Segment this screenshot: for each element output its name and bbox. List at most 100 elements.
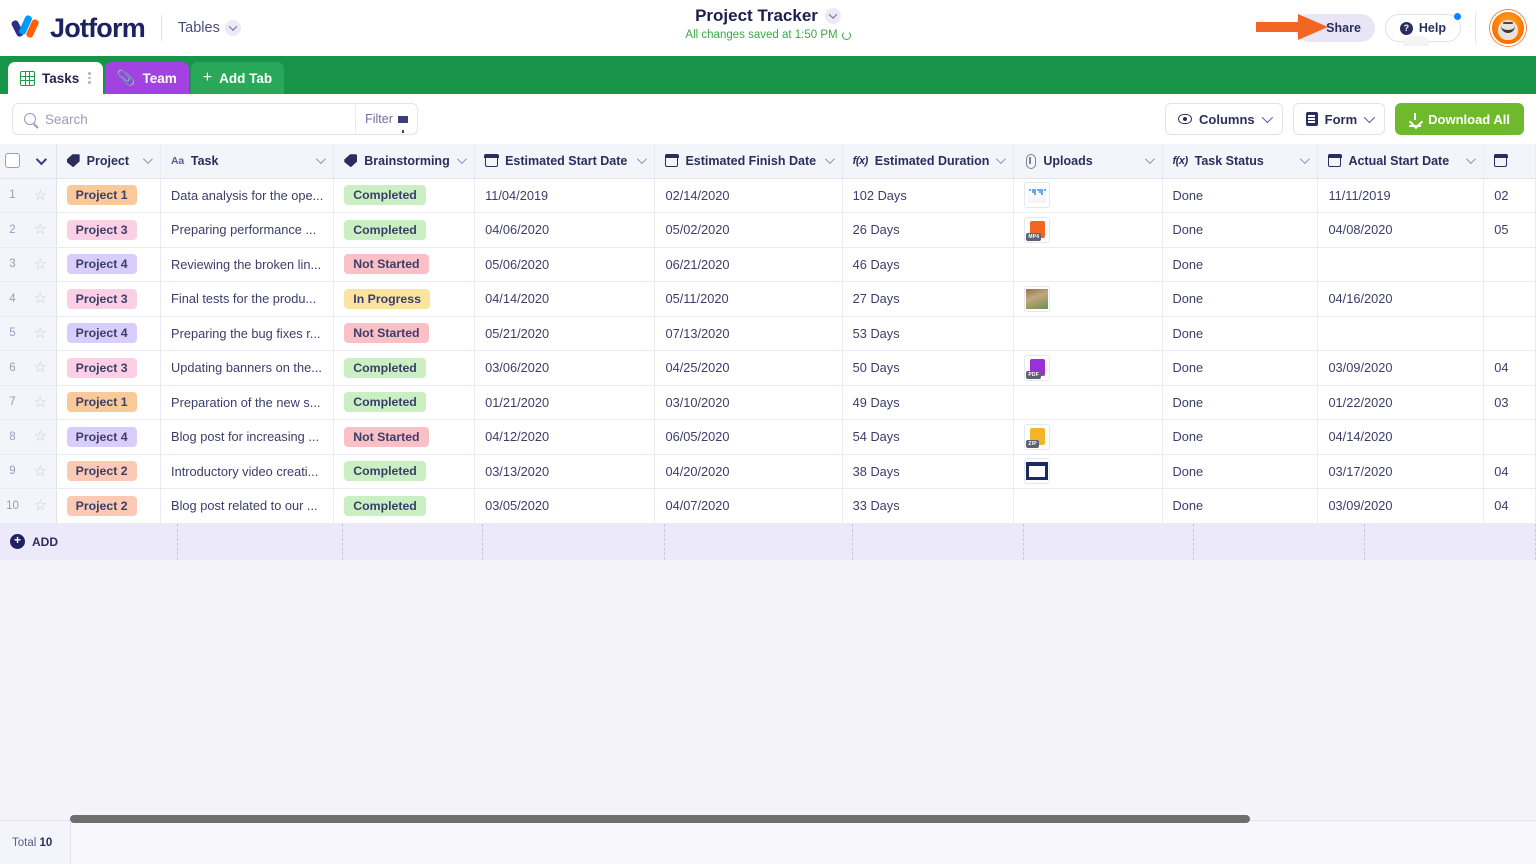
table-row[interactable]: 8☆Project 4Blog post for increasing ...N… bbox=[0, 420, 1536, 455]
file-icon-mp4[interactable]: MP4 bbox=[1024, 217, 1050, 243]
cell-next-truncated[interactable]: 02 bbox=[1484, 178, 1536, 213]
cell-task-status[interactable]: Done bbox=[1162, 282, 1318, 317]
tab-options-icon[interactable] bbox=[88, 72, 91, 84]
cell-project[interactable]: Project 4 bbox=[56, 420, 160, 455]
row-star-button[interactable]: ☆ bbox=[25, 420, 56, 455]
cell-estimated-duration[interactable]: 49 Days bbox=[842, 385, 1014, 420]
cell-uploads[interactable] bbox=[1014, 282, 1162, 317]
cell-next-truncated[interactable]: 04 bbox=[1484, 454, 1536, 489]
chevron-down-icon[interactable] bbox=[457, 154, 467, 164]
horizontal-scrollbar[interactable] bbox=[70, 815, 1536, 823]
column-header-project[interactable]: Project bbox=[56, 144, 160, 178]
cell-actual-start-date[interactable]: 03/09/2020 bbox=[1318, 351, 1484, 386]
cell-estimated-start-date[interactable]: 03/13/2020 bbox=[475, 454, 655, 489]
cell-estimated-start-date[interactable]: 05/21/2020 bbox=[475, 316, 655, 351]
cell-estimated-finish-date[interactable]: 07/13/2020 bbox=[655, 316, 842, 351]
cell-estimated-start-date[interactable]: 01/21/2020 bbox=[475, 385, 655, 420]
chevron-down-icon[interactable] bbox=[316, 154, 326, 164]
cell-next-truncated[interactable] bbox=[1484, 247, 1536, 282]
cell-task-status[interactable]: Done bbox=[1162, 178, 1318, 213]
cell-project[interactable]: Project 1 bbox=[56, 178, 160, 213]
cell-uploads[interactable]: MP4 bbox=[1014, 213, 1162, 248]
cell-estimated-finish-date[interactable]: 06/05/2020 bbox=[655, 420, 842, 455]
add-tab-button[interactable]: + Add Tab bbox=[191, 62, 284, 94]
cell-actual-start-date[interactable]: 04/16/2020 bbox=[1318, 282, 1484, 317]
star-icon[interactable]: ☆ bbox=[34, 394, 47, 411]
cell-task-status[interactable]: Done bbox=[1162, 420, 1318, 455]
cell-task-status[interactable]: Done bbox=[1162, 489, 1318, 524]
cell-brainstorming[interactable]: Completed bbox=[334, 454, 475, 489]
chevron-down-icon[interactable] bbox=[143, 154, 153, 164]
cell-task[interactable]: Blog post related to our ... bbox=[161, 489, 334, 524]
star-icon[interactable]: ☆ bbox=[34, 359, 47, 376]
cell-estimated-finish-date[interactable]: 04/07/2020 bbox=[655, 489, 842, 524]
page-title[interactable]: Project Tracker bbox=[695, 6, 841, 26]
cell-uploads[interactable]: PDF bbox=[1014, 351, 1162, 386]
chevron-down-icon[interactable] bbox=[637, 154, 647, 164]
select-all-checkbox[interactable] bbox=[5, 153, 20, 168]
cell-estimated-start-date[interactable]: 05/06/2020 bbox=[475, 247, 655, 282]
cell-brainstorming[interactable]: Completed bbox=[334, 385, 475, 420]
columns-button[interactable]: Columns bbox=[1165, 103, 1283, 135]
star-icon[interactable]: ☆ bbox=[34, 290, 47, 307]
row-star-button[interactable]: ☆ bbox=[25, 178, 56, 213]
cell-brainstorming[interactable]: Completed bbox=[334, 178, 475, 213]
cell-brainstorming[interactable]: In Progress bbox=[334, 282, 475, 317]
column-header-next-truncated[interactable] bbox=[1484, 144, 1536, 178]
chevron-down-icon[interactable] bbox=[1466, 154, 1476, 164]
cell-estimated-start-date[interactable]: 04/14/2020 bbox=[475, 282, 655, 317]
cell-estimated-duration[interactable]: 26 Days bbox=[842, 213, 1014, 248]
column-header-actual-start-date[interactable]: Actual Start Date bbox=[1318, 144, 1484, 178]
cell-actual-start-date[interactable] bbox=[1318, 247, 1484, 282]
cell-actual-start-date[interactable] bbox=[1318, 316, 1484, 351]
avatar[interactable] bbox=[1490, 10, 1526, 46]
chevron-down-icon[interactable] bbox=[825, 154, 835, 164]
file-icon-photo[interactable] bbox=[1024, 286, 1050, 312]
table-row[interactable]: 2☆Project 3Preparing performance ...Comp… bbox=[0, 213, 1536, 248]
cell-estimated-duration[interactable]: 46 Days bbox=[842, 247, 1014, 282]
cell-project[interactable]: Project 3 bbox=[56, 213, 160, 248]
cell-uploads[interactable] bbox=[1014, 247, 1162, 282]
row-star-button[interactable]: ☆ bbox=[25, 316, 56, 351]
chevron-down-icon[interactable] bbox=[1144, 154, 1154, 164]
column-header-task[interactable]: Aa Task bbox=[161, 144, 334, 178]
column-header-estimated-start-date[interactable]: Estimated Start Date bbox=[475, 144, 655, 178]
cell-estimated-start-date[interactable]: 11/04/2019 bbox=[475, 178, 655, 213]
file-icon-pdf[interactable]: PDF bbox=[1024, 355, 1050, 381]
chevron-down-icon[interactable] bbox=[1300, 154, 1310, 164]
cell-estimated-finish-date[interactable]: 04/25/2020 bbox=[655, 351, 842, 386]
cell-estimated-start-date[interactable]: 04/12/2020 bbox=[475, 420, 655, 455]
cell-task[interactable]: Introductory video creati... bbox=[161, 454, 334, 489]
cell-estimated-duration[interactable]: 50 Days bbox=[842, 351, 1014, 386]
cell-estimated-duration[interactable]: 38 Days bbox=[842, 454, 1014, 489]
table-row[interactable]: 1☆Project 1Data analysis for the ope...C… bbox=[0, 178, 1536, 213]
cell-task[interactable]: Preparation of the new s... bbox=[161, 385, 334, 420]
scrollbar-thumb[interactable] bbox=[70, 815, 1250, 823]
tables-menu[interactable]: Tables bbox=[178, 20, 241, 36]
cell-brainstorming[interactable]: Not Started bbox=[334, 247, 475, 282]
cell-uploads[interactable] bbox=[1014, 385, 1162, 420]
tab-tasks[interactable]: Tasks bbox=[8, 62, 103, 94]
cell-estimated-finish-date[interactable]: 02/14/2020 bbox=[655, 178, 842, 213]
cell-actual-start-date[interactable]: 11/11/2019 bbox=[1318, 178, 1484, 213]
cell-uploads[interactable] bbox=[1014, 178, 1162, 213]
cell-task-status[interactable]: Done bbox=[1162, 316, 1318, 351]
row-star-button[interactable]: ☆ bbox=[25, 213, 56, 248]
row-star-button[interactable]: ☆ bbox=[25, 351, 56, 386]
chevron-down-icon[interactable] bbox=[36, 154, 47, 165]
cell-estimated-duration[interactable]: 27 Days bbox=[842, 282, 1014, 317]
cell-task[interactable]: Updating banners on the... bbox=[161, 351, 334, 386]
row-star-button[interactable]: ☆ bbox=[25, 282, 56, 317]
table-row[interactable]: 3☆Project 4Reviewing the broken lin...No… bbox=[0, 247, 1536, 282]
share-button[interactable]: ➤ Share bbox=[1295, 14, 1375, 42]
star-icon[interactable]: ☆ bbox=[34, 325, 47, 342]
cell-task-status[interactable]: Done bbox=[1162, 213, 1318, 248]
column-header-estimated-duration[interactable]: f(x) Estimated Duration bbox=[842, 144, 1014, 178]
table-row[interactable]: 10☆Project 2Blog post related to our ...… bbox=[0, 489, 1536, 524]
star-icon[interactable]: ☆ bbox=[34, 256, 47, 273]
cell-task-status[interactable]: Done bbox=[1162, 454, 1318, 489]
star-icon[interactable]: ☆ bbox=[34, 497, 47, 514]
column-header-uploads[interactable]: Uploads bbox=[1014, 144, 1162, 178]
table-row[interactable]: 7☆Project 1Preparation of the new s...Co… bbox=[0, 385, 1536, 420]
cell-actual-start-date[interactable]: 03/17/2020 bbox=[1318, 454, 1484, 489]
